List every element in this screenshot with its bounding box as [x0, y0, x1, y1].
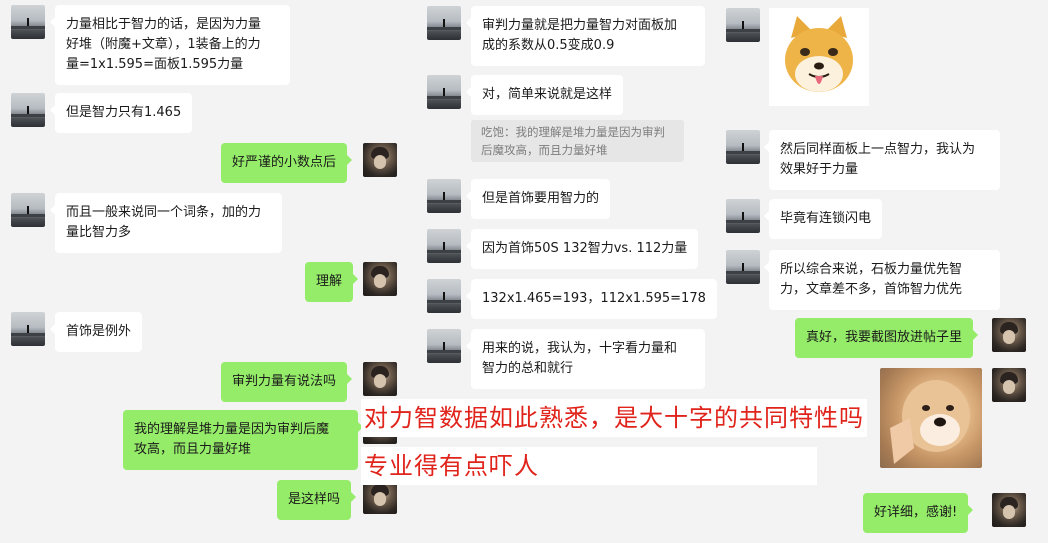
overlay-caption-line-2: 专业得有点吓人 [361, 447, 817, 485]
message-bubble: 首饰是例外 [49, 312, 143, 352]
contact-avatar[interactable] [427, 279, 461, 313]
message-bubble: 但是智力只有1.465 [49, 93, 193, 133]
message-bubble: 对，简单来说就是这样 [465, 75, 624, 115]
doge-face-icon [785, 16, 853, 92]
message-bubble: 因为首饰50S 132智力vs. 112力量 [465, 229, 699, 269]
contact-avatar[interactable] [726, 199, 760, 233]
message-bubble: 力量相比于智力的话，是因为力量 好堆（附魔+文章），1装备上的力 量=1x1.5… [50, 5, 290, 85]
message-bubble: 而且一般来说同一个词条，加的力 量比智力多 [50, 193, 282, 253]
contact-avatar[interactable] [11, 5, 45, 39]
message-bubble: 审判力量有说法吗 [221, 362, 353, 402]
self-avatar[interactable] [363, 262, 397, 296]
chat-column-left: 力量相比于智力的话，是因为力量 好堆（附魔+文章），1装备上的力 量=1x1.5… [0, 0, 410, 543]
contact-avatar[interactable] [726, 250, 760, 284]
contact-avatar[interactable] [427, 329, 461, 363]
self-avatar[interactable] [363, 480, 397, 514]
message-bubble: 用来的说，我认为，十字看力量和 智力的总和就行 [466, 329, 705, 389]
self-avatar[interactable] [363, 143, 397, 177]
doge-sticker[interactable] [769, 8, 869, 106]
self-avatar[interactable] [992, 318, 1026, 352]
shiba-sticker[interactable] [880, 368, 982, 468]
quoted-reply[interactable]: 吃饱：我的理解是堆力量是因为审判 后魔攻高，而且力量好堆 [471, 120, 684, 162]
overlay-caption-line-1: 对力智数据如此熟悉，是大十字的共同特性吗 [361, 399, 867, 437]
contact-avatar[interactable] [427, 179, 461, 213]
message-bubble: 毕竟有连锁闪电 [763, 199, 883, 239]
self-avatar[interactable] [992, 368, 1026, 402]
message-bubble: 是这样吗 [277, 480, 357, 520]
message-bubble: 真好，我要截图放进帖子里 [795, 318, 979, 358]
message-bubble: 132x1.465=193，112x1.595=178 [466, 279, 717, 319]
contact-avatar[interactable] [726, 130, 760, 164]
contact-avatar[interactable] [11, 93, 45, 127]
contact-avatar[interactable] [427, 75, 461, 109]
contact-avatar[interactable] [726, 8, 760, 42]
message-bubble: 然后同样面板上一点智力，我认为 效果好于力量 [764, 130, 1000, 190]
message-bubble: 好严谨的小数点后 [221, 143, 353, 183]
contact-avatar[interactable] [11, 193, 45, 227]
contact-avatar[interactable] [427, 6, 461, 40]
self-avatar[interactable] [363, 362, 397, 396]
self-avatar[interactable] [992, 493, 1026, 527]
message-bubble: 我的理解是堆力量是因为审判后魔 攻高，而且力量好堆 [123, 410, 363, 470]
contact-avatar[interactable] [11, 312, 45, 346]
contact-avatar[interactable] [427, 229, 461, 263]
message-bubble: 但是首饰要用智力的 [465, 179, 611, 219]
message-bubble: 好详细，感谢! [863, 493, 974, 533]
message-bubble: 审判力量就是把力量智力对面板加 成的系数从0.5变成0.9 [466, 6, 705, 66]
message-bubble: 所以综合来说，石板力量优先智 力，文章差不多，首饰智力优先 [764, 250, 1000, 310]
message-bubble: 理解 [305, 262, 359, 302]
shiba-face-icon [890, 380, 970, 464]
